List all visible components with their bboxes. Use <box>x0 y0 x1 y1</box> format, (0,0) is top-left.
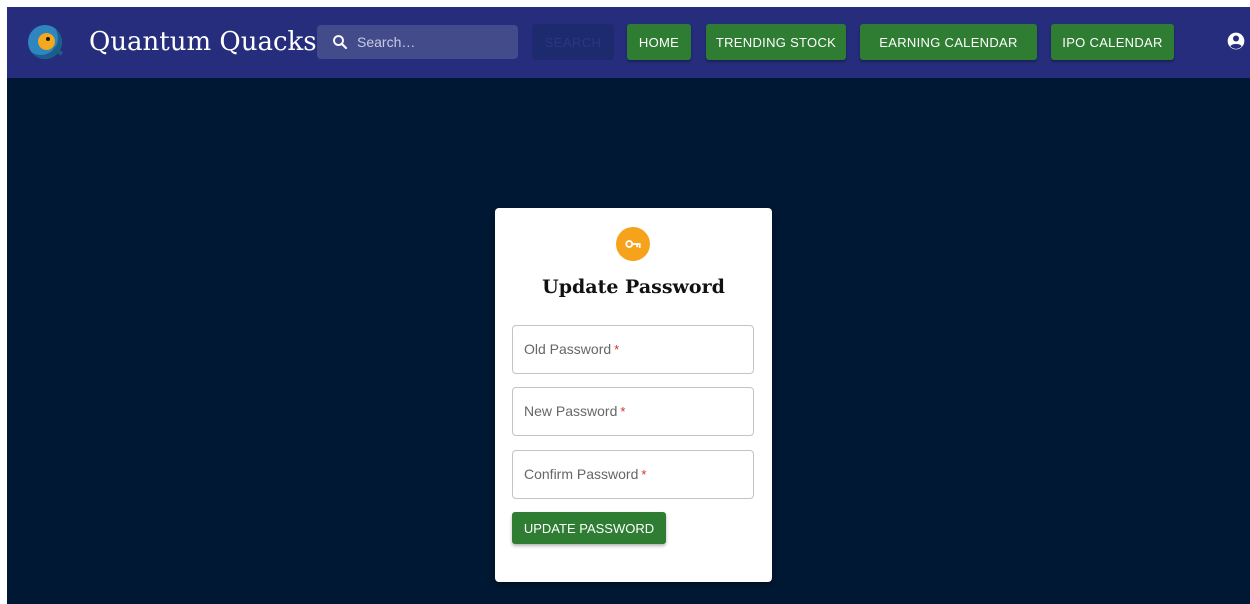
old-password-field[interactable]: Old Password * <box>512 325 754 374</box>
nav-earning-calendar-button[interactable]: EARNING CALENDAR <box>860 24 1037 60</box>
nav-home-button[interactable]: HOME <box>627 24 691 60</box>
vpn-key-icon <box>625 240 641 248</box>
required-asterisk: * <box>620 404 626 419</box>
old-password-label: Old Password * <box>524 341 620 357</box>
confirm-password-label: Confirm Password * <box>524 466 647 482</box>
brand-logo-icon[interactable] <box>28 25 64 59</box>
app-frame: Quantum Quacks SEARCH HOME TRENDING STOC… <box>7 7 1250 604</box>
required-asterisk: * <box>614 342 620 357</box>
nav-trending-stock-button[interactable]: TRENDING STOCK <box>706 24 846 60</box>
new-password-label: New Password * <box>524 403 626 419</box>
required-asterisk: * <box>641 467 647 482</box>
search-button[interactable]: SEARCH <box>532 24 614 60</box>
app-bar: Quantum Quacks SEARCH HOME TRENDING STOC… <box>7 7 1250 78</box>
logo-duck <box>38 33 55 50</box>
logo-duck-eye <box>46 37 50 41</box>
brand-title[interactable]: Quantum Quacks <box>89 24 317 60</box>
update-password-button[interactable]: UPDATE PASSWORD <box>512 512 666 544</box>
new-password-field[interactable]: New Password * <box>512 387 754 436</box>
confirm-password-field[interactable]: Confirm Password * <box>512 450 754 499</box>
nav-ipo-calendar-button[interactable]: IPO CALENDAR <box>1051 24 1174 60</box>
update-password-card: Update Password Old Password * New Passwo… <box>495 208 772 582</box>
search-icon <box>333 35 348 50</box>
card-title: Update Password <box>542 276 725 298</box>
key-avatar <box>616 227 650 261</box>
logo-q-tail <box>52 46 64 56</box>
account-circle-icon[interactable] <box>1226 31 1246 51</box>
search-input[interactable] <box>357 25 512 59</box>
search-box[interactable] <box>317 25 518 59</box>
